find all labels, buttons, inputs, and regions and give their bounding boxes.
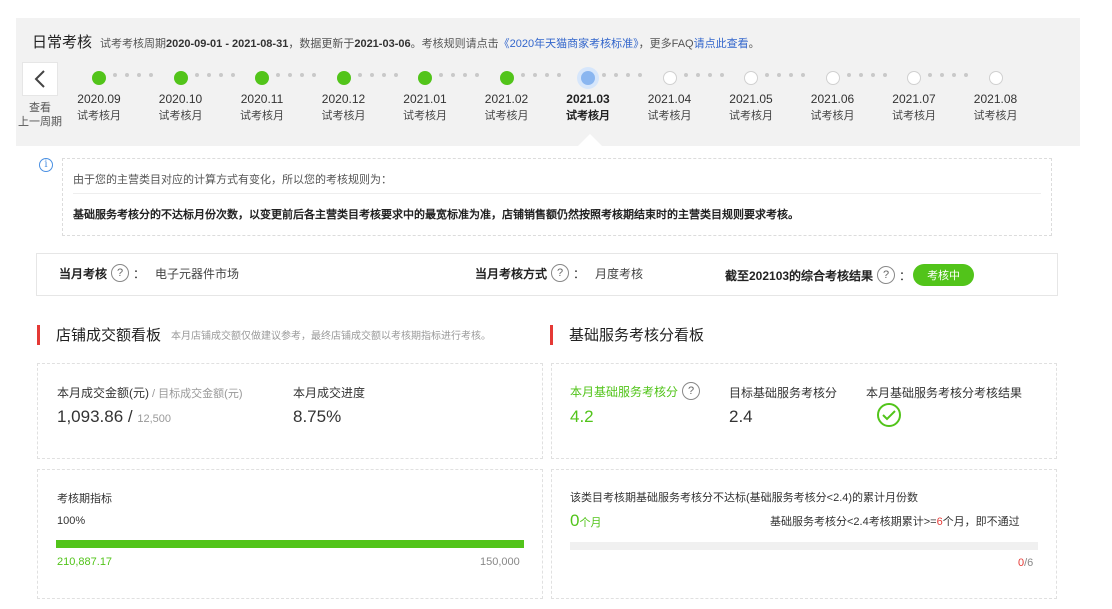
period-percent: 100% xyxy=(57,515,86,527)
page-title: 日常考核 xyxy=(32,34,93,51)
timeline-sub: 试考核月 xyxy=(158,110,203,122)
help-icon[interactable]: ? xyxy=(877,266,896,284)
service-score-card xyxy=(551,363,1057,459)
period-indicator-label: 考核期指标 xyxy=(57,493,112,505)
period-progress-bar xyxy=(56,540,524,548)
service-score-label: 本月基础服务考核分? xyxy=(570,382,704,400)
timeline-sub: 试考核月 xyxy=(403,110,447,122)
timeline-dot xyxy=(907,71,921,85)
timeline-date: 2021.07 xyxy=(892,92,936,106)
timeline-dot xyxy=(988,71,1003,85)
period-indicator-card xyxy=(37,469,543,599)
timeline-sub: 试考核月 xyxy=(240,110,284,122)
target-score-value: 2.4 xyxy=(729,407,753,426)
assessment-summary: 当月考核 ? ： 电子元器件市场 当月考核方式 ? ： 月度考核 截至20210… xyxy=(36,253,1058,296)
updated-date: 2021-03-06 xyxy=(354,38,411,50)
faq-link[interactable]: 请点此查看 xyxy=(694,38,749,50)
timeline-date: 2020.11 xyxy=(240,92,284,106)
current-month-category: 电子元器件市场 xyxy=(155,266,240,281)
rule-notice: 由于您的主营类目对应的计算方式有变化，所以您的考核规则为： 基础服务考核分的不达… xyxy=(62,158,1052,236)
chevron-left-icon xyxy=(34,70,45,88)
monthly-sales-label: 本月成交金额(元) / 目标成交金额(元) xyxy=(57,386,243,400)
help-icon[interactable]: ? xyxy=(111,264,130,282)
sales-board-header: 店铺成交额看板 本月店铺成交额仅做建议参考，最终店铺成交额以考核期指标进行考核。 xyxy=(37,324,491,345)
timeline-sub: 试考核月 xyxy=(647,110,692,122)
timeline-date: 2020.12 xyxy=(321,92,366,106)
overall-result: 截至202103的综合考核结果 ? ： 考核中 xyxy=(725,264,975,286)
previous-period-button[interactable] xyxy=(22,62,58,96)
section-hint: 本月店铺成交额仅做建议参考，最终店铺成交额以考核期指标进行考核。 xyxy=(171,331,492,342)
notice-line-2: 基础服务考核分的不达标月份次数，以变更前后各主营类目考核要求中的最宽标准为准，店… xyxy=(73,209,799,221)
assessment-method: 当月考核方式 ? ： 月度考核 xyxy=(475,264,643,282)
timeline-dot xyxy=(255,71,269,85)
timeline-date: 2021.08 xyxy=(973,92,1018,106)
timeline-sub: 试考核月 xyxy=(892,110,936,122)
timeline-date: 2021.05 xyxy=(729,92,773,106)
page-header: 日常考核 试考考核周期2020-09-01 - 2021-08-31，数据更新于… xyxy=(32,31,760,51)
timeline-dot xyxy=(92,71,106,85)
info-icon: i xyxy=(39,158,53,172)
fail-months-ratio: 0/6 xyxy=(1018,557,1034,569)
timeline-sub: 试考核月 xyxy=(566,110,610,122)
help-icon[interactable]: ? xyxy=(551,264,570,282)
timeline-date: 2021.01 xyxy=(403,92,447,106)
section-title: 店铺成交额看板 xyxy=(56,327,162,344)
period-target-value: 150,000 xyxy=(480,556,520,568)
timeline-dot xyxy=(418,71,432,85)
monthly-progress-label: 本月成交进度 xyxy=(293,386,366,400)
timeline-dot xyxy=(173,71,188,85)
header-info: 试考考核周期2020-09-01 - 2021-08-31，数据更新于2021-… xyxy=(100,38,760,50)
fail-months-count: 0个月 xyxy=(570,511,602,530)
fail-months-title: 该类目考核期基础服务考核分不达标(基础服务考核分<2.4)的累计月份数 xyxy=(570,492,919,504)
service-board-header: 基础服务考核分看板 xyxy=(550,324,714,345)
timeline-dot xyxy=(581,71,595,85)
section-marker xyxy=(550,324,553,345)
service-score-value: 4.2 xyxy=(570,407,594,426)
fail-rule-text: 基础服务考核分<2.4考核期累计>=6个月，即不通过 xyxy=(770,516,1020,528)
timeline-date: 2020.10 xyxy=(158,92,203,106)
check-circle-icon xyxy=(877,403,901,427)
current-month-assessment: 当月考核 ? ： 电子元器件市场 xyxy=(59,264,239,282)
section-title: 基础服务考核分看板 xyxy=(569,327,705,344)
monthly-sales-value: 1,093.86 / 12,500 xyxy=(57,407,172,426)
target-score-label: 目标基础服务考核分 xyxy=(729,386,838,400)
timeline-date: 2021.06 xyxy=(810,92,855,106)
timeline-month[interactable]: 2021.08 试考核月 xyxy=(956,68,1036,124)
period-current-value: 210,887.17 xyxy=(57,556,113,568)
monthly-progress-value: 8.75% xyxy=(293,407,342,426)
score-result-label: 本月基础服务考核分考核结果 xyxy=(866,386,1023,400)
rule-link[interactable]: 《2020年天猫商家考核标准》 xyxy=(499,38,639,50)
notice-divider xyxy=(73,193,1041,194)
help-icon[interactable]: ? xyxy=(682,382,701,400)
section-marker xyxy=(37,324,40,345)
timeline-dot xyxy=(662,71,677,85)
timeline-dot xyxy=(825,71,840,85)
fail-months-progress-bar xyxy=(570,542,1038,550)
timeline-sub: 试考核月 xyxy=(810,110,855,122)
timeline-sub: 试考核月 xyxy=(729,110,773,122)
current-month-caret xyxy=(578,134,602,146)
assessment-method-value: 月度考核 xyxy=(595,266,644,281)
timeline-sub: 试考核月 xyxy=(77,110,121,122)
timeline-sub: 试考核月 xyxy=(321,110,366,122)
assessment-period: 2020-09-01 - 2021-08-31 xyxy=(166,38,289,50)
timeline-sub: 试考核月 xyxy=(484,110,529,122)
timeline-date: 2020.09 xyxy=(77,92,121,106)
target-sales-value: 12,500 xyxy=(137,413,172,425)
timeline-date: 2021.04 xyxy=(647,92,692,106)
timeline-sub: 试考核月 xyxy=(973,110,1018,122)
timeline-date: 2021.03 xyxy=(566,92,610,106)
timeline-dot xyxy=(499,71,514,85)
timeline-date: 2021.02 xyxy=(484,92,529,106)
notice-line-1: 由于您的主营类目对应的计算方式有变化，所以您的考核规则为： xyxy=(73,174,392,186)
timeline-dot xyxy=(744,71,758,85)
timeline-dot xyxy=(336,71,351,85)
status-badge: 考核中 xyxy=(913,264,975,286)
